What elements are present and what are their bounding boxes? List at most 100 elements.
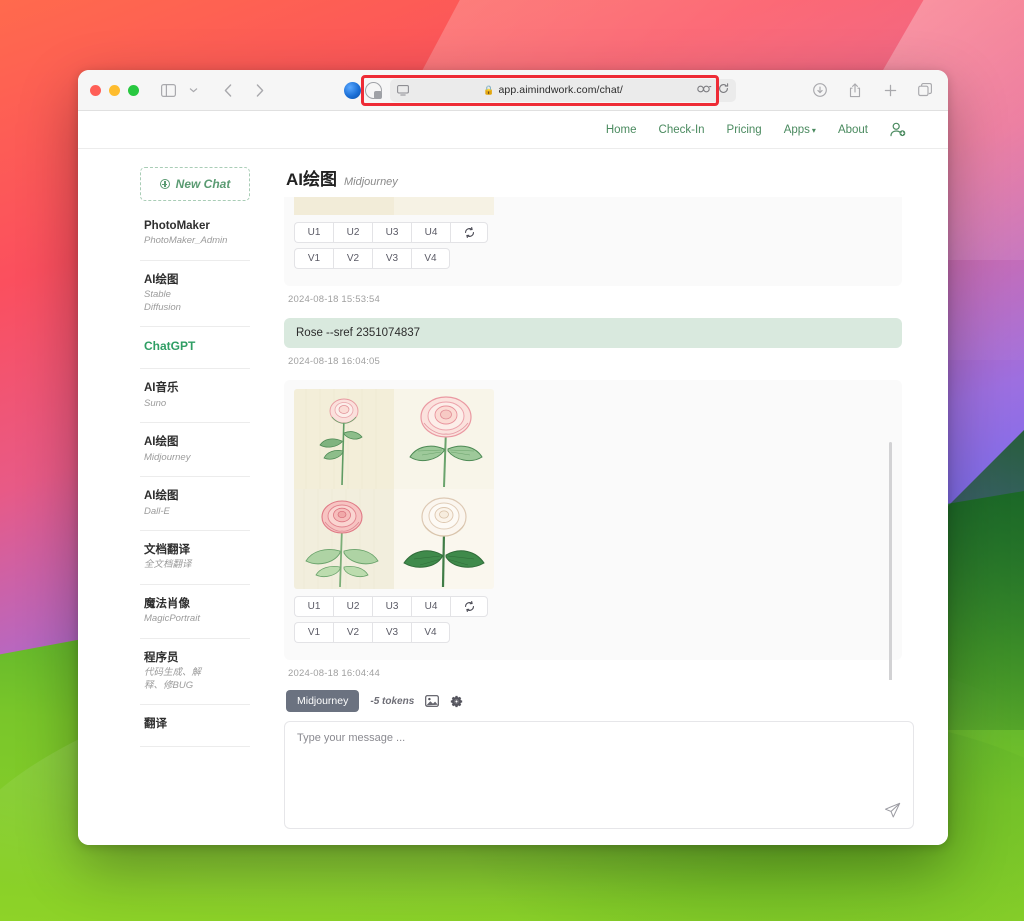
chevron-down-icon[interactable] <box>182 79 204 101</box>
desktop-wallpaper: 🔒 app.aimindwork.com/chat/ Home Check-In… <box>0 0 1024 921</box>
token-cost-label: -5 tokens <box>370 695 415 707</box>
sidebar-toggle-icon[interactable] <box>157 79 179 101</box>
sidebar-item-subtitle: Stable Diffusion <box>144 289 181 313</box>
reader-icon[interactable] <box>397 84 409 96</box>
image-tile[interactable] <box>294 206 394 215</box>
user-message: Rose --sref 2351074837 <box>284 318 902 348</box>
nav-checkin[interactable]: Check-In <box>659 124 705 136</box>
upscale-button-u3[interactable]: U3 <box>372 222 411 243</box>
image-upload-icon[interactable] <box>425 695 440 707</box>
sidebar-item-magicportrait[interactable]: 魔法肖像 MagicPortrait <box>140 585 250 639</box>
toolbar-extension-icons <box>344 81 382 99</box>
extensions-icon[interactable] <box>697 84 712 97</box>
site-navigation: Home Check-In Pricing Apps ▾ About <box>78 111 948 149</box>
sidebar-item-title: 魔法肖像 <box>144 597 190 610</box>
generated-image-grid-clipped[interactable] <box>294 197 494 215</box>
close-window-button[interactable] <box>90 84 101 96</box>
image-tile[interactable] <box>294 197 394 206</box>
variation-button-v2[interactable]: V2 <box>333 622 372 643</box>
variation-button-row: V1 V2 V3 V4 <box>294 622 892 643</box>
minimize-window-button[interactable] <box>109 84 120 96</box>
sidebar-item-photomaker[interactable]: PhotoMaker PhotoMaker_Admin <box>140 207 250 261</box>
gear-icon[interactable] <box>450 695 463 708</box>
image-tile[interactable] <box>394 206 494 215</box>
sidebar-item-title: PhotoMaker <box>144 220 210 232</box>
image-tile[interactable] <box>394 197 494 206</box>
chat-scroll-area[interactable]: U1 U2 U3 U4 V1 V2 V3 V4 2024-08-18 15:53… <box>284 197 914 680</box>
downloads-icon[interactable] <box>809 79 831 101</box>
new-tab-icon[interactable] <box>879 79 901 101</box>
upscale-button-u1[interactable]: U1 <box>294 596 333 617</box>
zoom-window-button[interactable] <box>128 84 139 96</box>
back-arrow-icon[interactable] <box>217 79 239 101</box>
generated-image-grid[interactable] <box>294 389 494 589</box>
sidebar-item-subtitle: Midjourney <box>144 451 191 463</box>
variation-button-v4[interactable]: V4 <box>411 622 450 643</box>
sidebar-item-midjourney[interactable]: AI绘图 Midjourney <box>140 423 250 478</box>
variation-button-v1[interactable]: V1 <box>294 248 333 269</box>
variation-button-v1[interactable]: V1 <box>294 622 333 643</box>
sidebar-item-document-translate[interactable]: 文档翻译 全文档翻译 <box>140 531 250 585</box>
image-tile-2[interactable] <box>394 389 494 489</box>
model-badge[interactable]: Midjourney <box>286 690 360 712</box>
nav-about[interactable]: About <box>838 124 868 136</box>
assistant-message: U1 U2 U3 U4 V1 V2 V3 V4 <box>284 380 902 660</box>
refresh-icon[interactable] <box>450 222 488 243</box>
tab-overview-icon[interactable] <box>914 79 936 101</box>
image-tile-3[interactable] <box>294 489 394 589</box>
variation-button-v2[interactable]: V2 <box>333 248 372 269</box>
message-composer: Midjourney -5 tokens Type your message .… <box>284 680 914 845</box>
nav-apps-label: Apps <box>783 123 810 136</box>
upscale-button-u4[interactable]: U4 <box>411 596 450 617</box>
browser-window: 🔒 app.aimindwork.com/chat/ Home Check-In… <box>78 70 948 845</box>
shield-icon[interactable] <box>365 81 382 99</box>
sidebar-item-title: AI绘图 <box>144 436 179 449</box>
new-chat-button[interactable]: New Chat <box>140 167 250 201</box>
message-timestamp: 2024-08-18 16:04:05 <box>288 356 381 367</box>
upscale-button-u2[interactable]: U2 <box>333 222 372 243</box>
variation-button-v4[interactable]: V4 <box>411 248 450 269</box>
toolbar-right-actions <box>809 79 936 101</box>
nav-home[interactable]: Home <box>606 124 637 136</box>
globe-icon[interactable] <box>344 81 361 99</box>
sidebar-item-suno[interactable]: AI音乐 Suno <box>140 369 250 424</box>
image-tile-1[interactable] <box>294 389 394 489</box>
user-add-icon[interactable] <box>890 122 906 137</box>
refresh-icon[interactable] <box>450 596 488 617</box>
upscale-button-u2[interactable]: U2 <box>333 596 372 617</box>
variation-button-row: V1 V2 V3 V4 <box>294 248 892 269</box>
sidebar-item-title: AI绘图 <box>144 273 179 286</box>
sidebar-item-chatgpt[interactable]: ChatGPT <box>140 327 250 370</box>
sidebar-item-programmer[interactable]: 程序员 代码生成、解释、修BUG <box>140 639 250 706</box>
sidebar-item-subtitle: MagicPortrait <box>144 613 200 625</box>
chat-scrollbar[interactable] <box>888 442 892 680</box>
sidebar-item-title: 翻译 <box>144 718 167 731</box>
sidebar-item-dalle[interactable]: AI绘图 Dall-E <box>140 477 250 532</box>
traffic-lights <box>90 84 139 96</box>
plus-circle-icon <box>159 179 170 189</box>
upscale-button-u4[interactable]: U4 <box>411 222 450 243</box>
nav-pricing[interactable]: Pricing <box>727 124 762 136</box>
sidebar-item-stable-diffusion[interactable]: AI绘图 Stable Diffusion <box>140 261 250 328</box>
url-text-wrapper: 🔒 app.aimindwork.com/chat/ <box>409 84 697 96</box>
variation-button-v3[interactable]: V3 <box>372 622 411 643</box>
reload-icon[interactable] <box>718 83 729 97</box>
send-paper-plane-icon[interactable] <box>884 802 901 819</box>
upscale-button-u3[interactable]: U3 <box>372 596 411 617</box>
forward-arrow-icon[interactable] <box>249 79 271 101</box>
composer-toolbar: Midjourney -5 tokens <box>284 690 914 712</box>
sidebar-item-translate[interactable]: 翻译 <box>140 705 250 747</box>
message-input[interactable]: Type your message ... <box>284 721 914 829</box>
share-icon[interactable] <box>844 79 866 101</box>
variation-button-v3[interactable]: V3 <box>372 248 411 269</box>
address-bar[interactable]: 🔒 app.aimindwork.com/chat/ <box>390 78 736 102</box>
sidebar-item-title: 文档翻译 <box>144 544 190 557</box>
upscale-button-u1[interactable]: U1 <box>294 222 333 243</box>
image-tile-4[interactable] <box>394 489 494 589</box>
web-page: Home Check-In Pricing Apps ▾ About New C… <box>78 111 948 845</box>
sidebar-item-title: 程序员 <box>144 651 179 664</box>
nav-apps[interactable]: Apps ▾ <box>784 124 816 136</box>
chat-title-sub: Midjourney <box>344 176 398 188</box>
lock-icon: 🔒 <box>483 84 495 95</box>
